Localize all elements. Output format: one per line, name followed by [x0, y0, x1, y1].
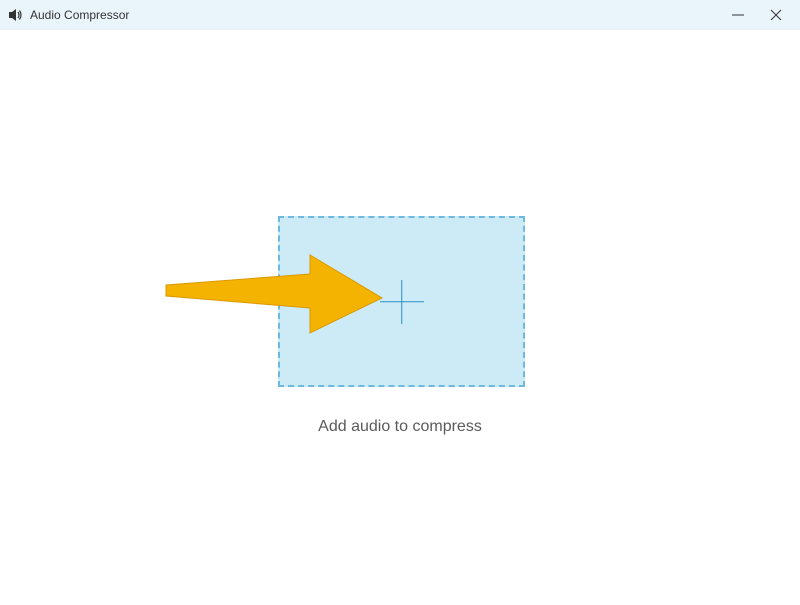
titlebar-controls [728, 5, 792, 25]
app-title: Audio Compressor [30, 8, 129, 22]
minimize-button[interactable] [728, 5, 748, 25]
titlebar-left: Audio Compressor [8, 7, 129, 23]
minimize-icon [731, 8, 745, 22]
plus-icon [380, 280, 424, 324]
add-audio-dropzone[interactable] [278, 216, 525, 387]
speaker-icon [8, 7, 24, 23]
close-button[interactable] [766, 5, 786, 25]
main-content: Add audio to compress [0, 30, 800, 605]
close-icon [769, 8, 783, 22]
titlebar: Audio Compressor [0, 0, 800, 30]
instruction-text: Add audio to compress [0, 418, 800, 436]
